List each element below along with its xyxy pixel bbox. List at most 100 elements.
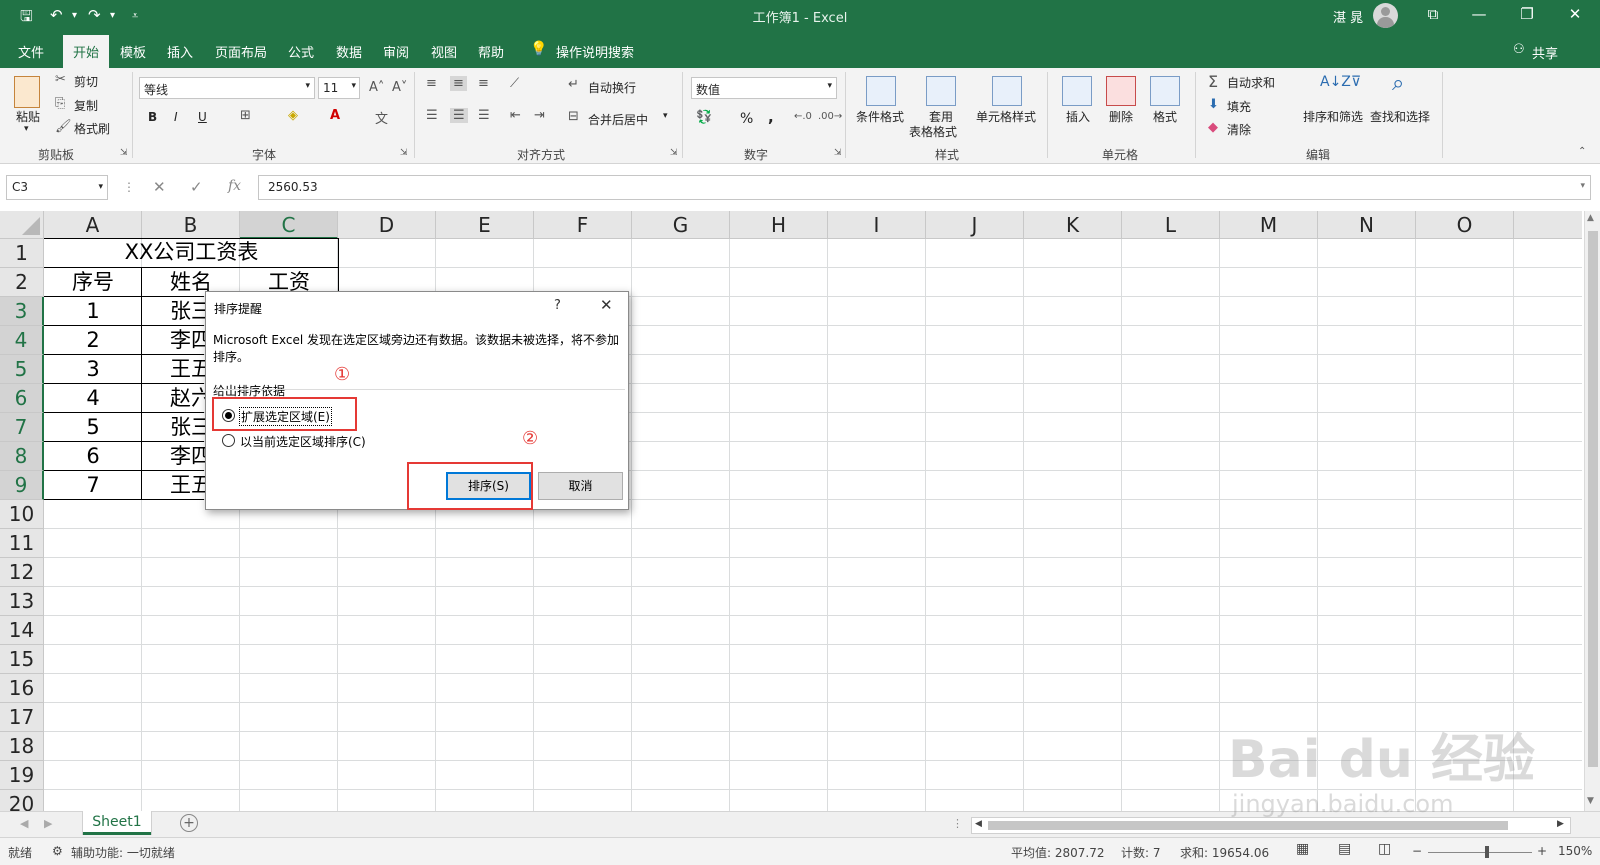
format-as-table-icon[interactable] (926, 76, 956, 106)
copy-button[interactable]: 复制 (74, 97, 98, 114)
row-header-3[interactable]: 3 (0, 297, 44, 326)
header-cell-a2[interactable]: 序号 (44, 268, 142, 297)
merge-center-button[interactable]: 合并后居中 (588, 111, 648, 128)
prev-sheet-icon[interactable]: ◀ (20, 817, 28, 830)
orientation-icon[interactable]: ⟋ (510, 76, 519, 91)
align-right-icon[interactable]: ☰ (478, 108, 490, 123)
italic-button[interactable]: I (174, 110, 178, 124)
page-break-view-icon[interactable]: ◫ (1378, 841, 1391, 857)
fill-button[interactable]: 填充 (1227, 98, 1251, 115)
cut-button[interactable]: 剪切 (74, 73, 98, 90)
tab-home[interactable]: 开始 (63, 35, 110, 68)
format-cells-button[interactable]: 格式 (1153, 108, 1177, 125)
tab-help[interactable]: 帮助 (478, 42, 504, 61)
tab-review[interactable]: 审阅 (383, 42, 409, 61)
number-launcher-icon[interactable]: ⇲ (834, 148, 842, 158)
tab-split-handle-icon[interactable]: ⋮ (952, 817, 963, 830)
row-header-16[interactable]: 16 (0, 674, 44, 703)
current-selection-radio[interactable] (222, 434, 235, 447)
cancel-entry-icon[interactable]: ✕ (153, 178, 166, 196)
average-status[interactable]: 平均值: 2807.72 (1011, 844, 1104, 861)
increase-font-icon[interactable]: A˄ (369, 80, 384, 95)
sort-filter-button[interactable]: 排序和筛选 (1303, 108, 1363, 125)
restore-icon[interactable]: ❐ (1504, 5, 1550, 23)
cancel-button[interactable]: 取消 (538, 472, 623, 500)
cell-a3[interactable]: 1 (44, 297, 142, 326)
ribbon-display-options-icon[interactable]: ⧉ (1410, 5, 1456, 23)
normal-view-icon[interactable]: ▦ (1296, 841, 1309, 857)
increase-decimal-icon[interactable]: ←.0 (794, 111, 812, 122)
comma-button[interactable]: , (768, 108, 774, 126)
row-header-4[interactable]: 4 (0, 326, 44, 355)
underline-button[interactable]: U (198, 110, 207, 124)
name-box[interactable]: C3 ▾ (6, 175, 108, 200)
collapse-ribbon-icon[interactable]: ⌃ (1578, 146, 1586, 157)
count-status[interactable]: 计数: 7 (1121, 844, 1161, 861)
dialog-help-button[interactable]: ? (554, 298, 561, 313)
tab-insert[interactable]: 插入 (167, 42, 193, 61)
row-header-17[interactable]: 17 (0, 703, 44, 732)
column-header-e[interactable]: E (436, 211, 534, 239)
find-select-button[interactable]: 查找和选择 (1370, 108, 1430, 125)
column-header-h[interactable]: H (730, 211, 828, 239)
tab-formulas[interactable]: 公式 (288, 42, 314, 61)
column-header-k[interactable]: K (1024, 211, 1122, 239)
sheet-tab-sheet1[interactable]: Sheet1 (83, 811, 151, 835)
vertical-scrollbar[interactable]: ▲ ▼ (1584, 211, 1600, 811)
tell-me-search[interactable]: 操作说明搜索 (556, 42, 634, 61)
cell-a5[interactable]: 3 (44, 355, 142, 384)
column-header-a[interactable]: A (44, 211, 142, 239)
cell-styles-button[interactable]: 单元格样式 (976, 108, 1036, 125)
column-header-n[interactable]: N (1318, 211, 1416, 239)
cell-a9[interactable]: 7 (44, 471, 142, 500)
horizontal-scrollbar[interactable]: ◀ ▶ (971, 817, 1571, 834)
accessibility-status[interactable]: 辅助功能: 一切就绪 (71, 844, 175, 861)
cell-a4[interactable]: 2 (44, 326, 142, 355)
tab-file[interactable]: 文件 (18, 42, 44, 61)
column-header-l[interactable]: L (1122, 211, 1220, 239)
format-painter-button[interactable]: 格式刷 (74, 120, 110, 137)
share-button[interactable]: 共享 (1532, 43, 1558, 62)
column-header-o[interactable]: O (1416, 211, 1514, 239)
next-sheet-icon[interactable]: ▶ (44, 817, 52, 830)
sort-filter-icon[interactable]: A↓Z⊽ (1320, 74, 1361, 90)
add-sheet-icon[interactable]: + (180, 814, 198, 832)
column-header-f[interactable]: F (534, 211, 632, 239)
font-name-select[interactable]: 等线 ▾ (139, 77, 315, 99)
sum-status[interactable]: 求和: 19654.06 (1180, 844, 1269, 861)
scroll-left-icon[interactable]: ◀ (975, 819, 982, 829)
clipboard-launcher-icon[interactable]: ⇲ (120, 148, 128, 158)
tab-template[interactable]: 模板 (120, 42, 146, 61)
column-header-d[interactable]: D (338, 211, 436, 239)
row-header-7[interactable]: 7 (0, 413, 44, 442)
row-header-6[interactable]: 6 (0, 384, 44, 413)
tab-data[interactable]: 数据 (336, 42, 362, 61)
decrease-decimal-icon[interactable]: .00→ (818, 111, 842, 122)
border-icon[interactable]: ⊞ (240, 108, 251, 123)
horizontal-scroll-thumb[interactable] (988, 821, 1508, 830)
row-header-12[interactable]: 12 (0, 558, 44, 587)
tab-view[interactable]: 视图 (431, 42, 457, 61)
paste-dropdown-icon[interactable]: ▾ (24, 124, 29, 134)
wrap-text-button[interactable]: 自动换行 (588, 79, 636, 96)
font-size-select[interactable]: 11 ▾ (318, 77, 360, 99)
column-header-m[interactable]: M (1220, 211, 1318, 239)
close-window-icon[interactable]: ✕ (1552, 5, 1598, 23)
autosum-button[interactable]: 自动求和 (1227, 74, 1275, 91)
row-header-11[interactable]: 11 (0, 529, 44, 558)
align-left-icon[interactable]: ☰ (426, 108, 438, 123)
zoom-slider[interactable] (1428, 852, 1532, 853)
increase-indent-icon[interactable]: ⇥ (534, 108, 545, 123)
zoom-slider-thumb[interactable] (1485, 846, 1489, 858)
alignment-launcher-icon[interactable]: ⇲ (670, 148, 678, 158)
column-header-j[interactable]: J (926, 211, 1024, 239)
bold-button[interactable]: B (148, 110, 157, 124)
align-top-icon[interactable]: ≡ (426, 76, 437, 91)
column-header-b[interactable]: B (142, 211, 240, 239)
row-header-8[interactable]: 8 (0, 442, 44, 471)
column-header-i[interactable]: I (828, 211, 926, 239)
row-header-15[interactable]: 15 (0, 645, 44, 674)
scroll-thumb[interactable] (1588, 231, 1598, 767)
font-launcher-icon[interactable]: ⇲ (400, 148, 408, 158)
dialog-close-button[interactable]: ✕ (600, 296, 613, 314)
